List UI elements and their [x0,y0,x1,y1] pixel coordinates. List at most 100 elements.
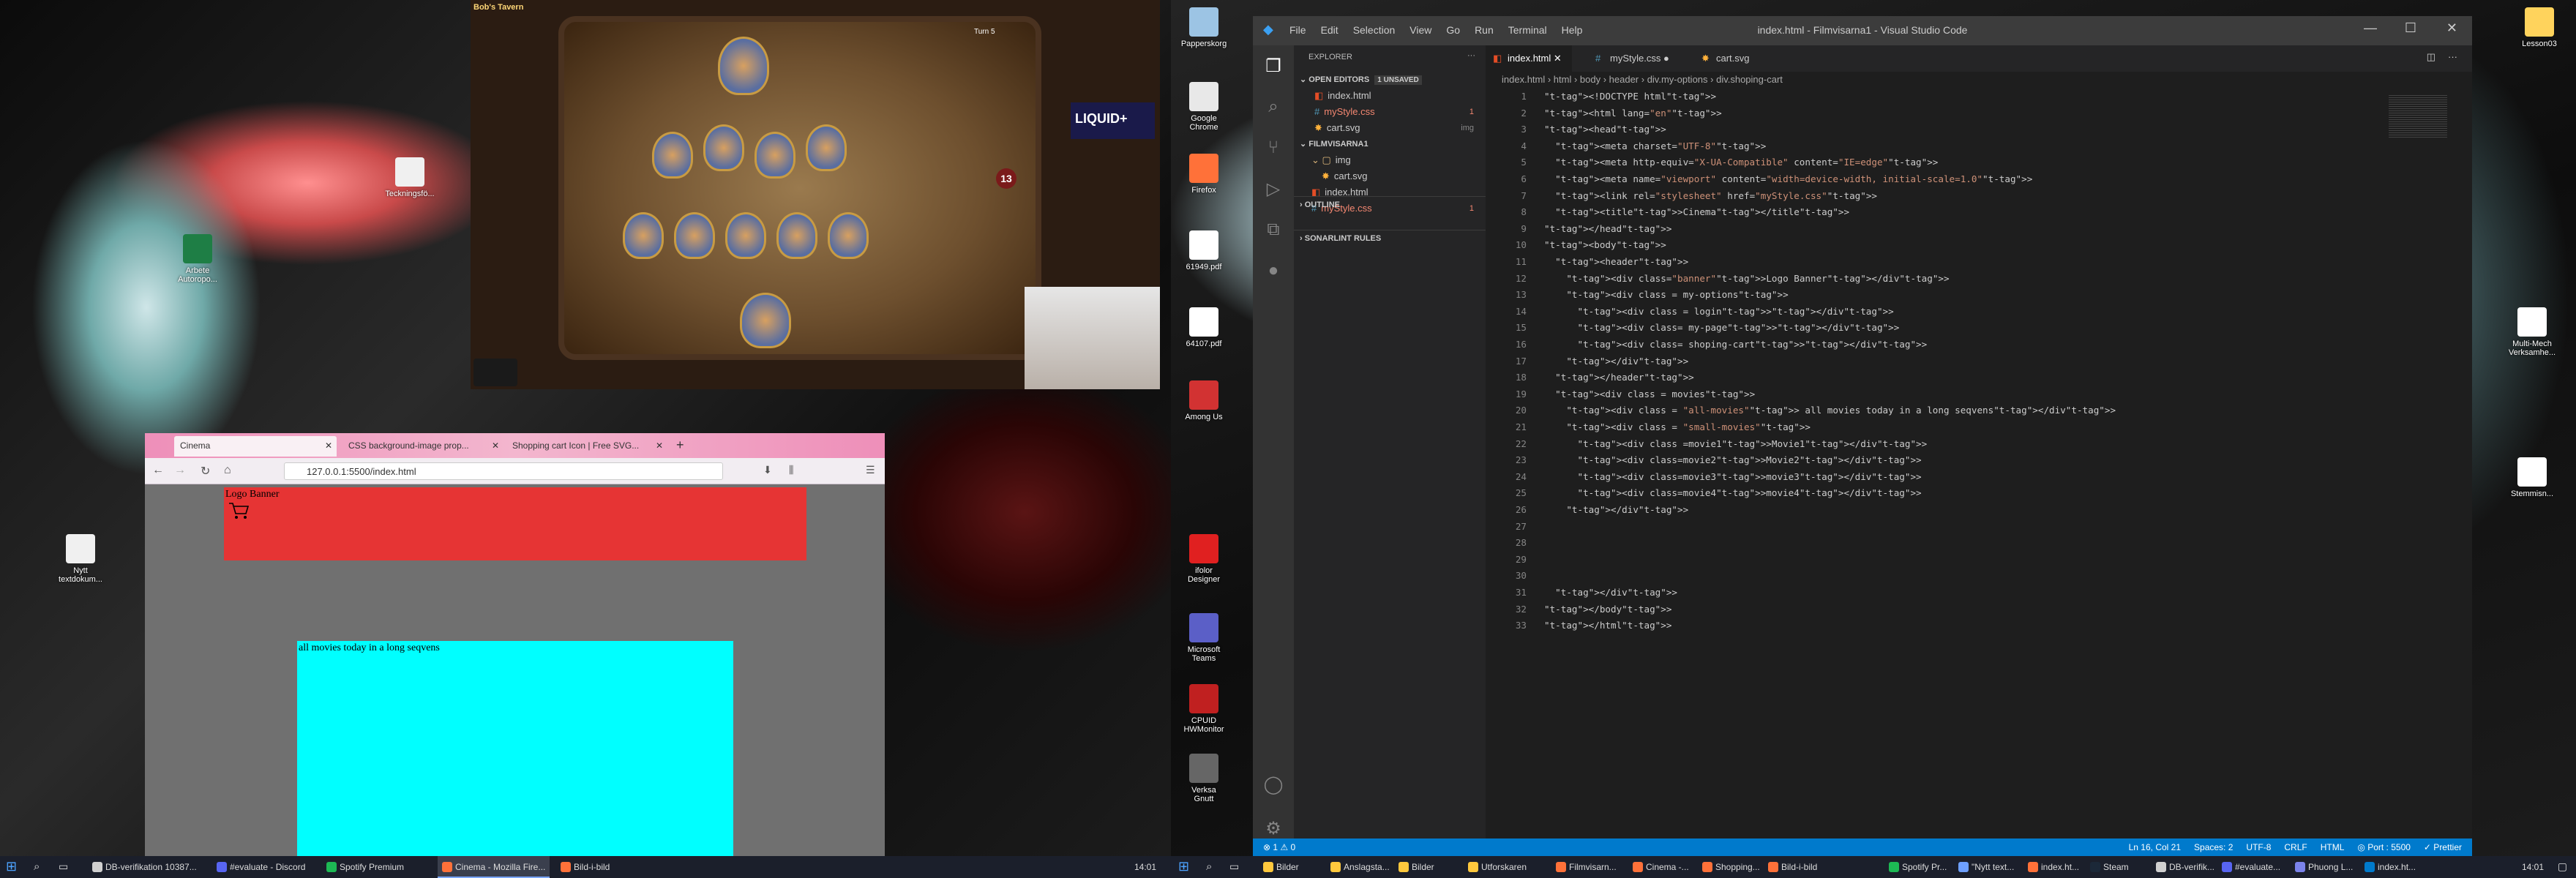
sonarlint-header[interactable]: › SONARLINT RULES [1294,230,1486,246]
code-line[interactable]: "t-tag"><html lang="en""t-tag">> [1544,108,1722,119]
desktop-icon[interactable]: Arbete Autoropo... [168,234,227,284]
code-line[interactable]: "t-tag"><title"t-tag">>Cinema"t-tag"></t… [1544,206,1849,217]
menu-icon[interactable]: ☰ [866,464,875,476]
code-line[interactable]: "t-tag"><meta charset="UTF-8""t-tag">> [1544,140,1766,151]
firefox-window[interactable]: Cinema ✕ CSS background-image prop... ✕ Sh… [145,433,885,860]
close-icon[interactable]: ✕ [492,440,499,451]
taskbar-item[interactable]: Anslagsta... [1326,856,1394,878]
code-line[interactable]: "t-tag"><body"t-tag">> [1544,239,1666,250]
clock[interactable]: 14:01 [2522,862,2544,872]
explorer-icon[interactable]: ❐ [1253,45,1294,86]
taskbar-item[interactable]: Spotify Premium [322,856,408,878]
github-icon[interactable]: ● [1253,250,1294,291]
code-line[interactable]: "t-tag"><link rel="stylesheet" href="myS… [1544,190,1877,201]
task-view-icon[interactable]: ▭ [59,860,68,873]
minimap[interactable] [2389,95,2447,139]
status-item[interactable]: ◎ Port : 5500 [2357,842,2411,852]
tavern-minion[interactable] [755,132,795,179]
search-icon[interactable]: ⌕ [34,860,40,873]
code-line[interactable]: "t-tag"><div class=movie3"t-tag">>movie3… [1544,471,1922,482]
taskbar-item[interactable]: Phuong L... [2291,856,2357,878]
taskbar-item[interactable]: Bilder [1394,856,1439,878]
tab-css-background[interactable]: CSS background-image prop... ✕ [342,436,503,457]
tavern-minion[interactable] [703,124,744,171]
close-icon[interactable]: ✕ [2446,20,2457,36]
code-line[interactable]: "t-tag"><div class =movie1"t-tag">>Movie… [1544,438,1928,449]
code-line[interactable]: "t-tag"><div class= my-page"t-tag">>"t-t… [1544,322,1900,333]
desktop-icon[interactable]: Multi-Mech Verksamhe... [2503,307,2561,357]
desktop-icon[interactable]: Lesson03 [2510,7,2569,48]
reload-icon[interactable]: ↻ [201,464,210,479]
tab-index-html[interactable]: ◧ index.html ✕ [1486,45,1572,72]
board-minion[interactable] [725,212,766,259]
status-item[interactable]: ✓ Prettier [2424,842,2462,852]
taskbar-item[interactable]: DB-verifik... [2152,856,2219,878]
close-icon[interactable]: ✕ [1554,53,1562,64]
code-line[interactable]: "t-tag"><!DOCTYPE html"t-tag">> [1544,91,1716,102]
board-minion[interactable] [828,212,869,259]
taskbar-item[interactable]: Bild-i-bild [1764,856,1821,878]
url-bar[interactable]: 127.0.0.1:5500/index.html [284,462,723,480]
taskbar-item[interactable]: DB-verifikation 10387... [88,856,201,878]
code-line[interactable]: "t-tag"><header"t-tag">> [1544,256,1688,267]
code-line[interactable]: "t-tag"><div class = my-options"t-tag">> [1544,289,1788,300]
taskbar-item[interactable]: Bilder [1259,856,1303,878]
code-line[interactable]: "t-tag"></div"t-tag">> [1544,356,1688,367]
desktop-icon[interactable]: Firefox [1175,154,1233,195]
board-minion[interactable] [776,212,817,259]
taskbar-item[interactable]: Utforskaren [1464,856,1531,878]
more-icon[interactable]: ··· [1467,51,1475,60]
problems-indicator[interactable]: ⊗ 1 ⚠ 0 [1263,842,1295,852]
desktop-icon[interactable]: Microsoft Teams [1175,613,1233,663]
code-line[interactable]: "t-tag"></html"t-tag">> [1544,620,1671,631]
more-icon[interactable]: ··· [2448,51,2457,62]
code-line[interactable]: "t-tag"><div class = "small-movies""t-ta… [1544,421,1811,432]
desktop-icon[interactable]: Stemmisn... [2503,457,2561,498]
open-editor-item[interactable]: ✸ cart.svg img [1294,120,1486,136]
status-item[interactable]: CRLF [2284,842,2307,852]
code-line[interactable]: "t-tag"><head"t-tag">> [1544,124,1666,135]
back-icon[interactable]: ← [152,464,164,477]
desktop-icon[interactable]: Papperskorg [1175,7,1233,48]
taskbar-item[interactable]: Steam [2086,856,2133,878]
outline-header[interactable]: › OUTLINE [1294,196,1486,212]
code-line[interactable]: "t-tag"><div class="banner""t-tag">>Logo… [1544,273,1949,284]
tab-mystyle-css[interactable]: # myStyle.css ● [1588,45,1680,72]
desktop-icon[interactable]: ifolor Designer [1175,534,1233,584]
desktop-icon[interactable]: Google Chrome [1175,82,1233,132]
desktop-icon[interactable]: Among Us [1175,380,1233,421]
shopping-cart-icon[interactable] [228,502,250,521]
library-icon[interactable]: ⫼ [789,464,793,476]
code-line[interactable]: "t-tag"><meta name="viewport" content="w… [1544,173,2032,184]
search-icon[interactable]: ⌕ [1206,860,1212,873]
status-item[interactable]: Ln 16, Col 21 [2129,842,2181,852]
open-editors-header[interactable]: ⌄ OPEN EDITORS 1 UNSAVED [1294,72,1486,88]
desktop-icon[interactable]: 61949.pdf [1175,230,1233,271]
project-header[interactable]: ⌄ FILMVISARNA1 [1294,136,1486,152]
windows-start-icon[interactable]: ⊞ [1178,859,1189,874]
tab-cinema[interactable]: Cinema ✕ [174,436,337,457]
minimize-icon[interactable]: — [2364,20,2377,36]
desktop-icon[interactable]: Teckningsfö... [381,157,439,198]
code-line[interactable]: "t-tag"></body"t-tag">> [1544,604,1671,615]
code-line[interactable]: "t-tag"><meta http-equiv="X-UA-Compatibl… [1544,157,1938,168]
status-item[interactable]: UTF-8 [2246,842,2271,852]
task-view-icon[interactable]: ▭ [1229,860,1239,873]
tab-cart-svg[interactable]: ✸ cart.svg [1694,45,1760,72]
open-editor-item[interactable]: # myStyle.css 1 [1294,104,1486,120]
taskbar-item[interactable]: Cinema - Mozilla Fire... [438,856,550,878]
search-icon[interactable]: ⌕ [1253,86,1294,127]
code-line[interactable]: "t-tag"></header"t-tag">> [1544,372,1694,383]
account-icon[interactable]: ◯ [1253,764,1294,805]
code-line[interactable]: "t-tag"><div class = login"t-tag">>"t-ta… [1544,306,1894,317]
tavern-minion[interactable] [652,132,693,179]
desktop-icon[interactable]: Verksa Gnutt [1175,754,1233,803]
code-line[interactable]: "t-tag"><div class= shoping-cart"t-tag">… [1544,339,1928,350]
desktop-icon[interactable]: 64107.pdf [1175,307,1233,348]
code-line[interactable]: "t-tag"><div class = movies"t-tag">> [1544,389,1755,399]
board-minion[interactable] [623,212,664,259]
taskbar-item[interactable]: index.ht... [2360,856,2420,878]
download-icon[interactable]: ⬇ [763,464,772,476]
desktop-icon[interactable]: CPUID HWMonitor [1175,684,1233,734]
breadcrumb[interactable]: index.html › html › body › header › div.… [1486,72,2472,88]
